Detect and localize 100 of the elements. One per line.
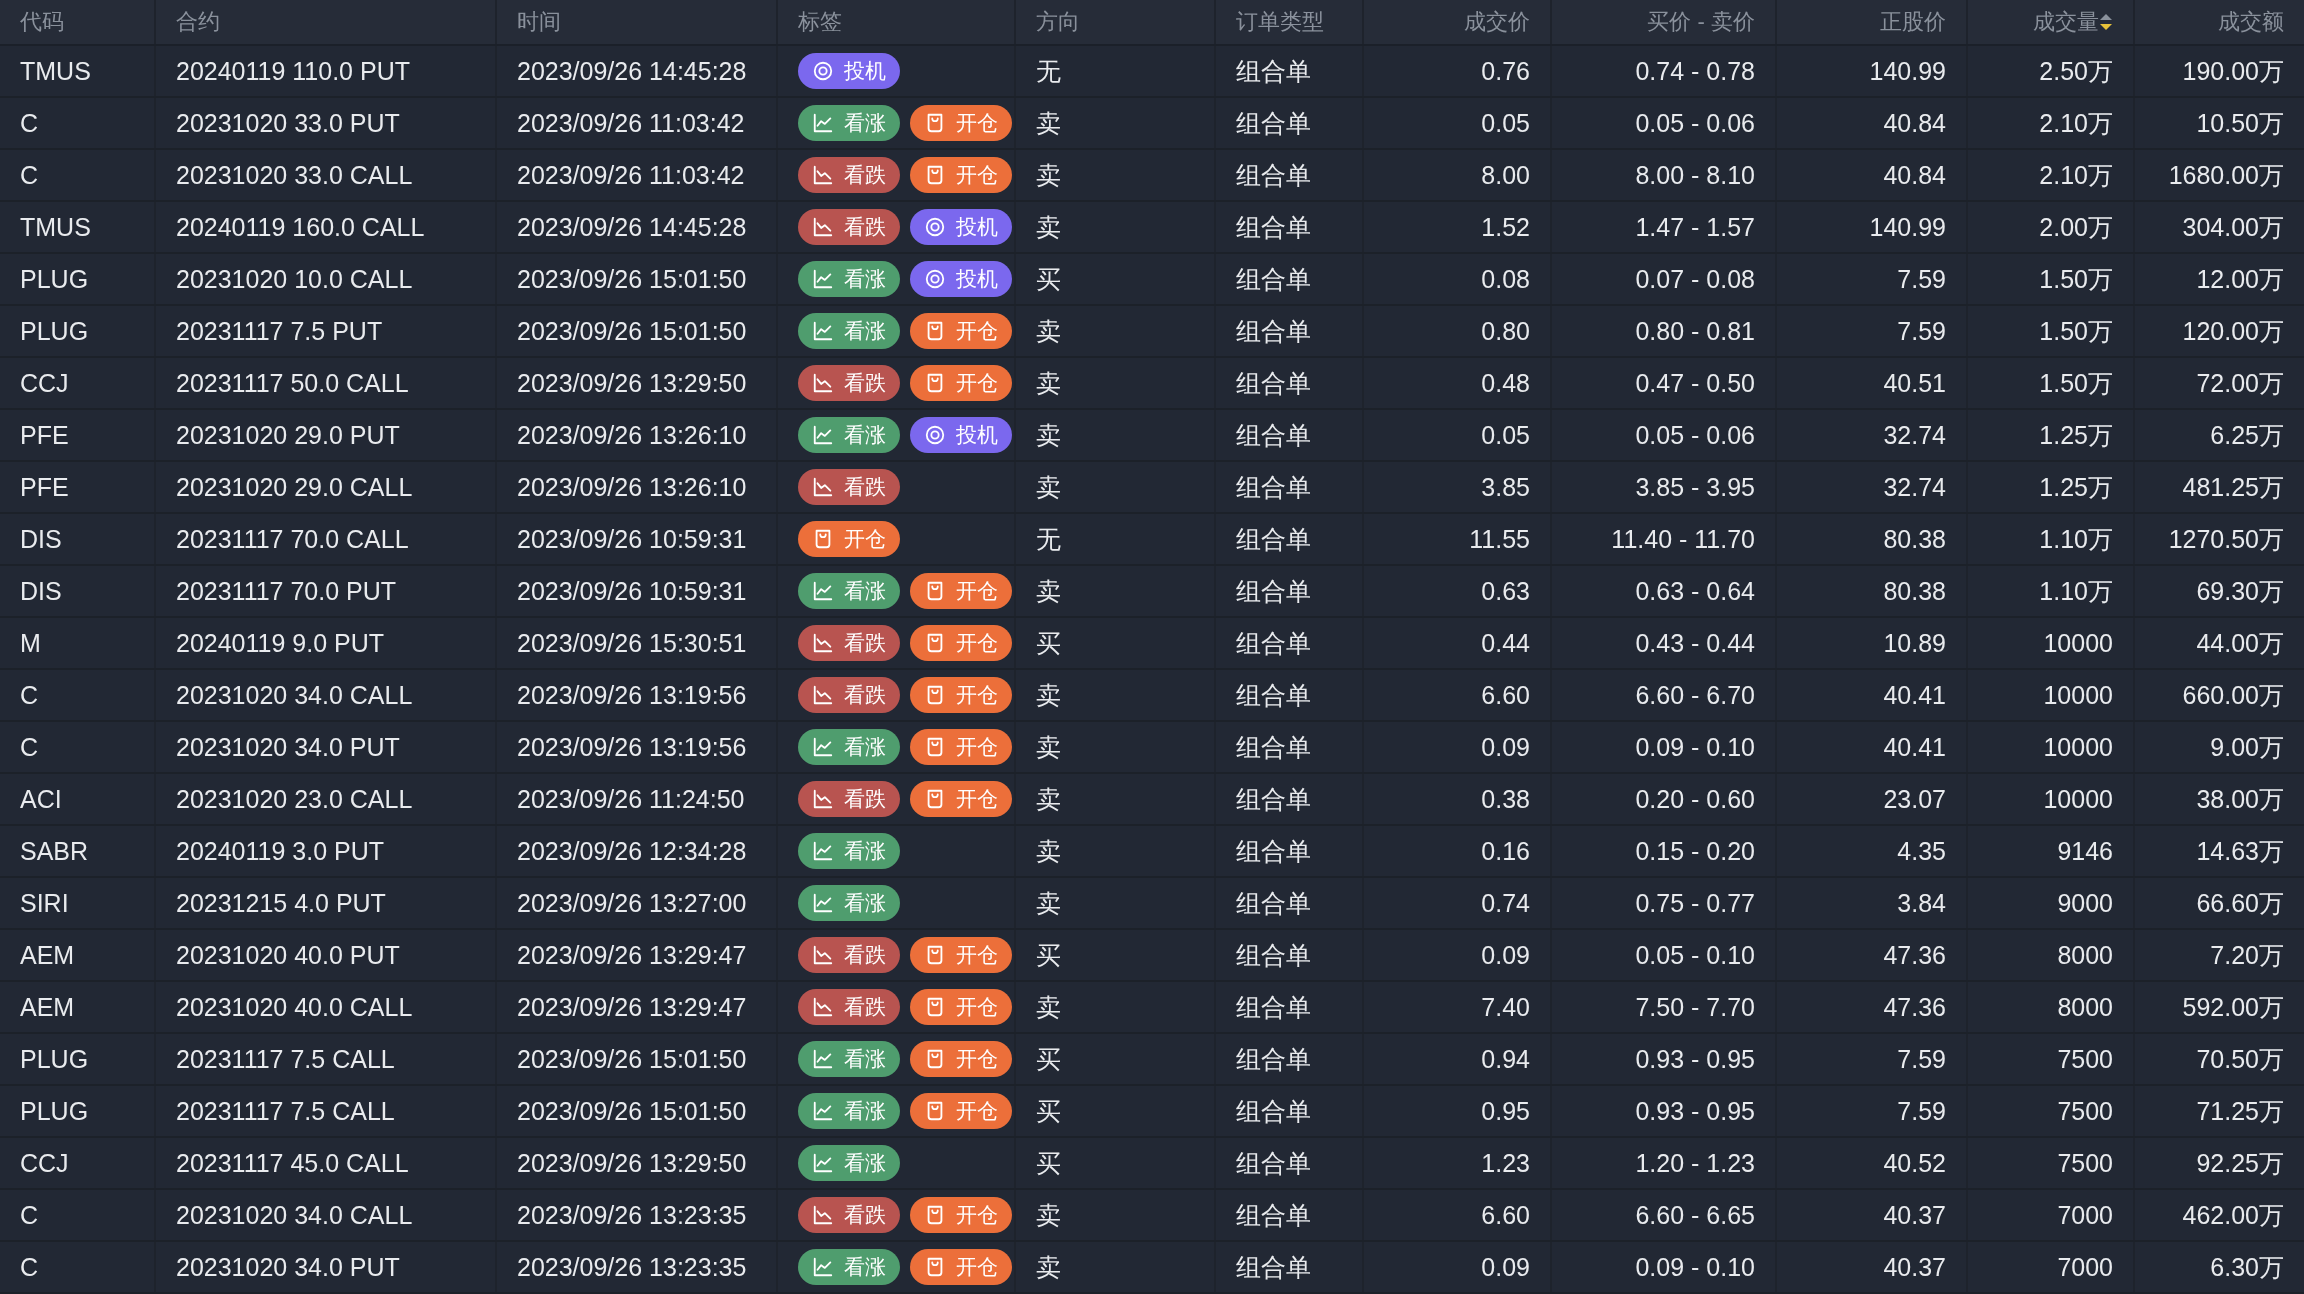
bearish-tag: 看跌 — [798, 469, 900, 505]
bullish-tag: 看涨 — [798, 261, 900, 297]
column-header[interactable]: 成交额 — [2218, 7, 2284, 37]
stock-price-cell: 40.41 — [1883, 732, 1946, 762]
amount-cell-text: 14.63万 — [2196, 835, 2284, 867]
order-type-cell-text: 组合单 — [1236, 939, 1311, 971]
chart-down-icon — [812, 632, 834, 654]
column-header[interactable]: 成交价 — [1464, 7, 1530, 37]
price-cell: 1.23 — [1481, 1148, 1530, 1178]
bid-ask-cell: 1.47 - 1.57 — [1635, 212, 1755, 242]
stock-price-cell: 140.99 — [1869, 56, 1946, 86]
header-cell[interactable]: 成交量 — [1966, 0, 2133, 44]
amount-cell-text: 71.25万 — [2196, 1095, 2284, 1127]
order-type-cell-text: 组合单 — [1236, 1095, 1311, 1127]
header-cell[interactable]: 买价 - 卖价 — [1550, 0, 1775, 44]
direction-cell-text: 买 — [1036, 1095, 1061, 1127]
open-position-tag: 开仓 — [910, 365, 1012, 401]
bid-ask-cell: 0.15 - 0.20 — [1635, 836, 1755, 866]
bid-ask-cell: 8.00 - 8.10 — [1635, 160, 1755, 190]
header-cell[interactable]: 成交额 — [2133, 0, 2304, 44]
price-cell: 0.74 — [1481, 888, 1530, 918]
stock-price-cell: 23.07 — [1883, 784, 1946, 814]
header-cell[interactable]: 方向 — [1014, 0, 1214, 44]
symbol-cell: DIS — [20, 524, 62, 554]
column-header[interactable]: 正股价 — [1880, 7, 1946, 37]
order-type-cell-text: 组合单 — [1236, 523, 1311, 555]
amount-cell-text: 481.25万 — [2182, 471, 2284, 503]
header-cell[interactable]: 合约 — [154, 0, 495, 44]
time-cell: 2023/09/26 11:03:42 — [517, 108, 745, 138]
column-header[interactable]: 合约 — [176, 7, 220, 37]
price-cell: 0.80 — [1481, 316, 1530, 346]
open-position-tag: 开仓 — [910, 1041, 1012, 1077]
direction-cell-text: 卖 — [1036, 991, 1061, 1023]
chart-down-icon — [812, 476, 834, 498]
chart-up-icon — [812, 268, 834, 290]
bullish-tag: 看涨 — [798, 833, 900, 869]
bid-ask-cell: 0.07 - 0.08 — [1635, 264, 1755, 294]
order-type-cell-text: 组合单 — [1236, 731, 1311, 763]
bullish-tag: 看涨 — [798, 573, 900, 609]
bullish-tag: 看涨 — [798, 1041, 900, 1077]
header-cell[interactable]: 时间 — [495, 0, 776, 44]
volume-cell-text: 1.50万 — [2039, 367, 2113, 399]
chart-down-icon — [812, 164, 834, 186]
column-header[interactable]: 成交量 — [2033, 7, 2099, 37]
speculation-tag: 投机 — [798, 53, 900, 89]
header-cell[interactable]: 成交价 — [1362, 0, 1550, 44]
chart-up-icon — [812, 840, 834, 862]
chart-up-icon — [812, 424, 834, 446]
stock-price-cell: 3.84 — [1897, 888, 1946, 918]
amount-cell-text: 120.00万 — [2182, 315, 2284, 347]
symbol-cell: CCJ — [20, 1148, 69, 1178]
stock-price-cell: 4.35 — [1897, 836, 1946, 866]
chart-up-icon — [812, 1152, 834, 1174]
column-header[interactable]: 买价 - 卖价 — [1647, 7, 1755, 37]
time-cell: 2023/09/26 13:29:47 — [517, 992, 747, 1022]
order-type-cell-text: 组合单 — [1236, 1251, 1311, 1283]
volume-cell: 7500 — [2057, 1096, 2113, 1126]
price-cell: 0.63 — [1481, 576, 1530, 606]
header-cell[interactable]: 标签 — [776, 0, 1014, 44]
time-cell: 2023/09/26 11:03:42 — [517, 160, 745, 190]
time-cell: 2023/09/26 15:01:50 — [517, 1044, 747, 1074]
contract-cell: 20240119 110.0 PUT — [176, 56, 410, 86]
symbol-cell: ACI — [20, 784, 62, 814]
column-header[interactable]: 标签 — [798, 7, 842, 37]
header-cell[interactable]: 代码 — [0, 0, 154, 44]
stock-price-cell: 80.38 — [1883, 576, 1946, 606]
order-type-cell-text: 组合单 — [1236, 471, 1311, 503]
price-cell: 0.08 — [1481, 264, 1530, 294]
sort-icon[interactable] — [2099, 13, 2113, 31]
stock-price-cell: 7.59 — [1897, 1044, 1946, 1074]
column-header[interactable]: 订单类型 — [1236, 7, 1324, 37]
price-cell: 0.94 — [1481, 1044, 1530, 1074]
symbol-cell: C — [20, 160, 39, 190]
bid-ask-cell: 0.80 - 0.81 — [1635, 316, 1755, 346]
open-position-tag: 开仓 — [910, 1197, 1012, 1233]
volume-cell: 8000 — [2057, 992, 2113, 1022]
open-position-tag: 开仓 — [910, 781, 1012, 817]
time-cell: 2023/09/26 10:59:31 — [517, 524, 747, 554]
chart-down-icon — [812, 372, 834, 394]
bid-ask-cell: 0.05 - 0.06 — [1635, 108, 1755, 138]
bullish-tag: 看涨 — [798, 1249, 900, 1285]
amount-cell-text: 72.00万 — [2196, 367, 2284, 399]
bearish-tag: 看跌 — [798, 365, 900, 401]
header-cell[interactable]: 正股价 — [1775, 0, 1966, 44]
chart-up-icon — [812, 580, 834, 602]
direction-cell-text: 卖 — [1036, 315, 1061, 347]
volume-cell: 10000 — [2043, 732, 2113, 762]
order-type-cell-text: 组合单 — [1236, 1147, 1311, 1179]
volume-cell: 7000 — [2057, 1252, 2113, 1282]
chart-up-icon — [812, 1048, 834, 1070]
header-cell[interactable]: 订单类型 — [1214, 0, 1362, 44]
target-icon — [924, 268, 946, 290]
stock-price-cell: 140.99 — [1869, 212, 1946, 242]
column-header[interactable]: 代码 — [20, 7, 64, 37]
price-cell: 3.85 — [1481, 472, 1530, 502]
bid-ask-cell: 6.60 - 6.65 — [1635, 1200, 1755, 1230]
price-cell: 11.55 — [1469, 524, 1530, 554]
column-header[interactable]: 方向 — [1036, 7, 1080, 37]
column-header[interactable]: 时间 — [517, 7, 561, 37]
symbol-cell: SABR — [20, 836, 89, 866]
